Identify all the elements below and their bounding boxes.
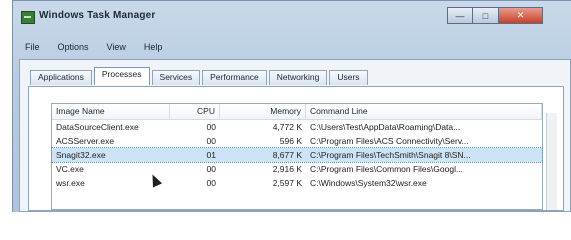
- table-row-selected[interactable]: Snagit32.exe 01 8,677 K C:\Program Files…: [51, 147, 543, 163]
- cell-cpu: 00: [206, 164, 216, 174]
- process-list-header: Image Name CPU Memory Command Line: [52, 104, 542, 120]
- title-bar[interactable]: Windows Task Manager — □ ✕: [13, 1, 571, 33]
- minimize-button[interactable]: —: [447, 7, 473, 24]
- cell-memory: 2,597 K: [272, 178, 302, 188]
- cell-image-name: Snagit32.exe: [56, 150, 106, 160]
- table-row[interactable]: DataSourceClient.exe 00 4,772 K C:\Users…: [52, 120, 542, 134]
- window-controls: — □ ✕: [447, 7, 543, 25]
- cell-image-name: DataSourceClient.exe: [56, 122, 139, 132]
- cell-cpu: 00: [206, 122, 216, 132]
- cell-memory: 4,772 K: [272, 122, 302, 132]
- column-header-memory[interactable]: Memory: [220, 104, 306, 119]
- column-header-image-name[interactable]: Image Name: [52, 104, 170, 119]
- tab-strip: Applications Processes Services Performa…: [30, 67, 368, 85]
- cell-command-line: C:\Program Files\TechSmith\Snagit 8\SN..…: [310, 150, 471, 160]
- column-header-cpu[interactable]: CPU: [170, 104, 220, 119]
- cell-cpu: 00: [206, 178, 216, 188]
- cell-memory: 596 K: [279, 136, 302, 146]
- task-manager-window: Windows Task Manager — □ ✕ File Options …: [12, 0, 571, 212]
- menu-help[interactable]: Help: [142, 41, 165, 57]
- tab-users[interactable]: Users: [329, 70, 368, 85]
- cell-command-line: C:\Windows\System32\wsr.exe: [310, 178, 427, 188]
- table-row[interactable]: ACSServer.exe 00 596 K C:\Program Files\…: [52, 134, 542, 148]
- vertical-scrollbar[interactable]: [546, 113, 557, 210]
- table-row[interactable]: wsr.exe 00 2,597 K C:\Windows\System32\w…: [52, 176, 542, 190]
- column-header-command-line[interactable]: Command Line: [306, 104, 542, 119]
- menu-bar: File Options View Help: [23, 41, 164, 57]
- menu-view[interactable]: View: [105, 41, 128, 57]
- cell-cpu: 00: [206, 136, 216, 146]
- cell-memory: 2,916 K: [272, 164, 302, 174]
- tab-performance[interactable]: Performance: [202, 70, 267, 85]
- cell-memory: 8,677 K: [272, 150, 302, 160]
- close-button[interactable]: ✕: [499, 7, 543, 24]
- cell-command-line: C:\Program Files\Common Files\Googl...: [310, 164, 464, 174]
- process-list[interactable]: Image Name CPU Memory Command Line DataS…: [51, 103, 543, 210]
- tab-processes[interactable]: Processes: [93, 67, 150, 85]
- menu-options[interactable]: Options: [56, 41, 91, 57]
- cell-cpu: 01: [206, 150, 216, 160]
- tab-networking[interactable]: Networking: [268, 70, 328, 85]
- processes-panel: Image Name CPU Memory Command Line DataS…: [28, 86, 564, 211]
- cell-image-name: ACSServer.exe: [56, 136, 115, 146]
- maximize-button[interactable]: □: [473, 7, 499, 24]
- client-area: Applications Processes Services Performa…: [19, 59, 571, 212]
- cell-command-line: C:\Users\Test\AppData\Roaming\Data...: [310, 122, 461, 132]
- table-row[interactable]: VC.exe 00 2,916 K C:\Program Files\Commo…: [52, 162, 542, 176]
- window-title: Windows Task Manager: [39, 10, 156, 21]
- cell-command-line: C:\Program Files\ACS Connectivity\Serv..…: [310, 136, 469, 146]
- tab-applications[interactable]: Applications: [30, 70, 92, 85]
- task-manager-icon: [21, 11, 35, 24]
- tab-services[interactable]: Services: [151, 70, 201, 85]
- menu-file[interactable]: File: [23, 41, 42, 57]
